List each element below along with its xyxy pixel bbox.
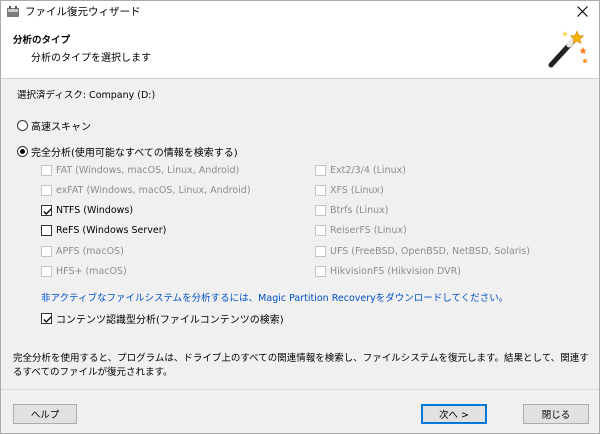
- selected-disk-label: 選択済ディスク: Company (D:): [17, 90, 156, 101]
- magic-wand-icon: [543, 27, 589, 73]
- window-title: ファイル復元ウィザード: [25, 6, 141, 18]
- ufs-label: UFS (FreeBSD, OpenBSD, NetBSD, Solaris): [330, 246, 530, 257]
- fs-checkbox-refs[interactable]: ReFS (Windows Server): [41, 225, 166, 236]
- full-analysis-radio[interactable]: 完全分析(使用可能なすべての情報を検索する): [17, 144, 238, 159]
- wizard-header: 分析のタイプ 分析のタイプを選択します: [1, 23, 599, 79]
- next-button[interactable]: 次へ >: [421, 404, 487, 424]
- wizard-content: 選択済ディスク: Company (D:) 高速スキャン 完全分析(使用可能なす…: [1, 80, 599, 388]
- fat-checkbox-box[interactable]: [41, 165, 52, 176]
- full-analysis-radio-indicator[interactable]: [17, 146, 28, 157]
- checkmark-icon: [43, 316, 52, 323]
- app-icon: [6, 5, 20, 19]
- fat-label: FAT (Windows, macOS, Linux, Android): [56, 165, 240, 176]
- fast-scan-radio-indicator[interactable]: [17, 120, 28, 131]
- apfs-label: APFS (macOS): [56, 246, 124, 257]
- reiserfs-checkbox-box[interactable]: [315, 225, 326, 236]
- ext-label: Ext2/3/4 (Linux): [330, 165, 406, 176]
- title-bar: ファイル復元ウィザード: [1, 1, 599, 23]
- ntfs-checkbox-box[interactable]: [41, 205, 52, 216]
- fast-scan-radio[interactable]: 高速スキャン: [17, 118, 91, 133]
- ext-checkbox-box[interactable]: [315, 165, 326, 176]
- refs-checkbox-box[interactable]: [41, 225, 52, 236]
- close-window-button[interactable]: [567, 1, 599, 23]
- fs-checkbox-reiserfs[interactable]: ReiserFS (Linux): [315, 225, 407, 236]
- full-analysis-label: 完全分析(使用可能なすべての情報を検索する): [31, 148, 238, 159]
- fast-scan-label: 高速スキャン: [31, 122, 91, 133]
- reiserfs-label: ReiserFS (Linux): [330, 225, 407, 236]
- fs-checkbox-exfat[interactable]: exFAT (Windows, macOS, Linux, Android): [41, 185, 251, 196]
- fs-checkbox-ufs[interactable]: UFS (FreeBSD, OpenBSD, NetBSD, Solaris): [315, 246, 530, 257]
- btrfs-checkbox-box[interactable]: [315, 205, 326, 216]
- step-title: 分析のタイプ: [13, 35, 71, 46]
- hikvisionfs-label: HikvisionFS (Hikvision DVR): [330, 266, 461, 277]
- step-subtitle: 分析のタイプを選択します: [31, 53, 151, 64]
- content-analysis-label: コンテンツ認識型分析(ファイルコンテンツの検索): [56, 315, 284, 326]
- hfsplus-checkbox-box[interactable]: [41, 266, 52, 277]
- apfs-checkbox-box[interactable]: [41, 246, 52, 257]
- btrfs-label: Btrfs (Linux): [330, 205, 389, 216]
- full-analysis-description: 完全分析を使用すると、プログラムは、ドライブ上のすべての関連情報を検索し、ファイ…: [13, 353, 589, 378]
- help-button[interactable]: ヘルプ: [13, 404, 77, 424]
- hikvisionfs-checkbox-box[interactable]: [315, 266, 326, 277]
- exfat-checkbox-box[interactable]: [41, 185, 52, 196]
- content-analysis-checkbox-box[interactable]: [41, 313, 52, 324]
- close-button[interactable]: 閉じる: [523, 404, 589, 424]
- fs-checkbox-hfsplus[interactable]: HFS+ (macOS): [41, 266, 127, 277]
- ufs-checkbox-box[interactable]: [315, 246, 326, 257]
- close-icon: [577, 6, 588, 17]
- ntfs-label: NTFS (Windows): [56, 205, 134, 216]
- xfs-checkbox-box[interactable]: [315, 185, 326, 196]
- hfsplus-label: HFS+ (macOS): [56, 266, 127, 277]
- fs-checkbox-xfs[interactable]: XFS (Linux): [315, 185, 384, 196]
- fs-checkbox-fat[interactable]: FAT (Windows, macOS, Linux, Android): [41, 165, 239, 176]
- exfat-label: exFAT (Windows, macOS, Linux, Android): [56, 185, 251, 196]
- fs-checkbox-ntfs[interactable]: NTFS (Windows): [41, 205, 133, 216]
- fs-checkbox-ext[interactable]: Ext2/3/4 (Linux): [315, 165, 406, 176]
- content-analysis-checkbox[interactable]: コンテンツ認識型分析(ファイルコンテンツの検索): [41, 311, 284, 326]
- file-recovery-wizard-window: ファイル復元ウィザード 分析のタイプ 分析のタイプを選択します 選択済ディスク:…: [0, 0, 600, 434]
- fs-checkbox-hikvisionfs[interactable]: HikvisionFS (Hikvision DVR): [315, 266, 461, 277]
- refs-label: ReFS (Windows Server): [56, 225, 167, 236]
- xfs-label: XFS (Linux): [330, 185, 384, 196]
- fs-checkbox-btrfs[interactable]: Btrfs (Linux): [315, 205, 388, 216]
- download-magic-partition-recovery-link[interactable]: 非アクティブなファイルシステムを分析するには、Magic Partition R…: [41, 290, 508, 304]
- checkmark-icon: [43, 208, 52, 215]
- wizard-footer: ヘルプ 次へ > 閉じる: [1, 389, 599, 433]
- fs-checkbox-apfs[interactable]: APFS (macOS): [41, 246, 124, 257]
